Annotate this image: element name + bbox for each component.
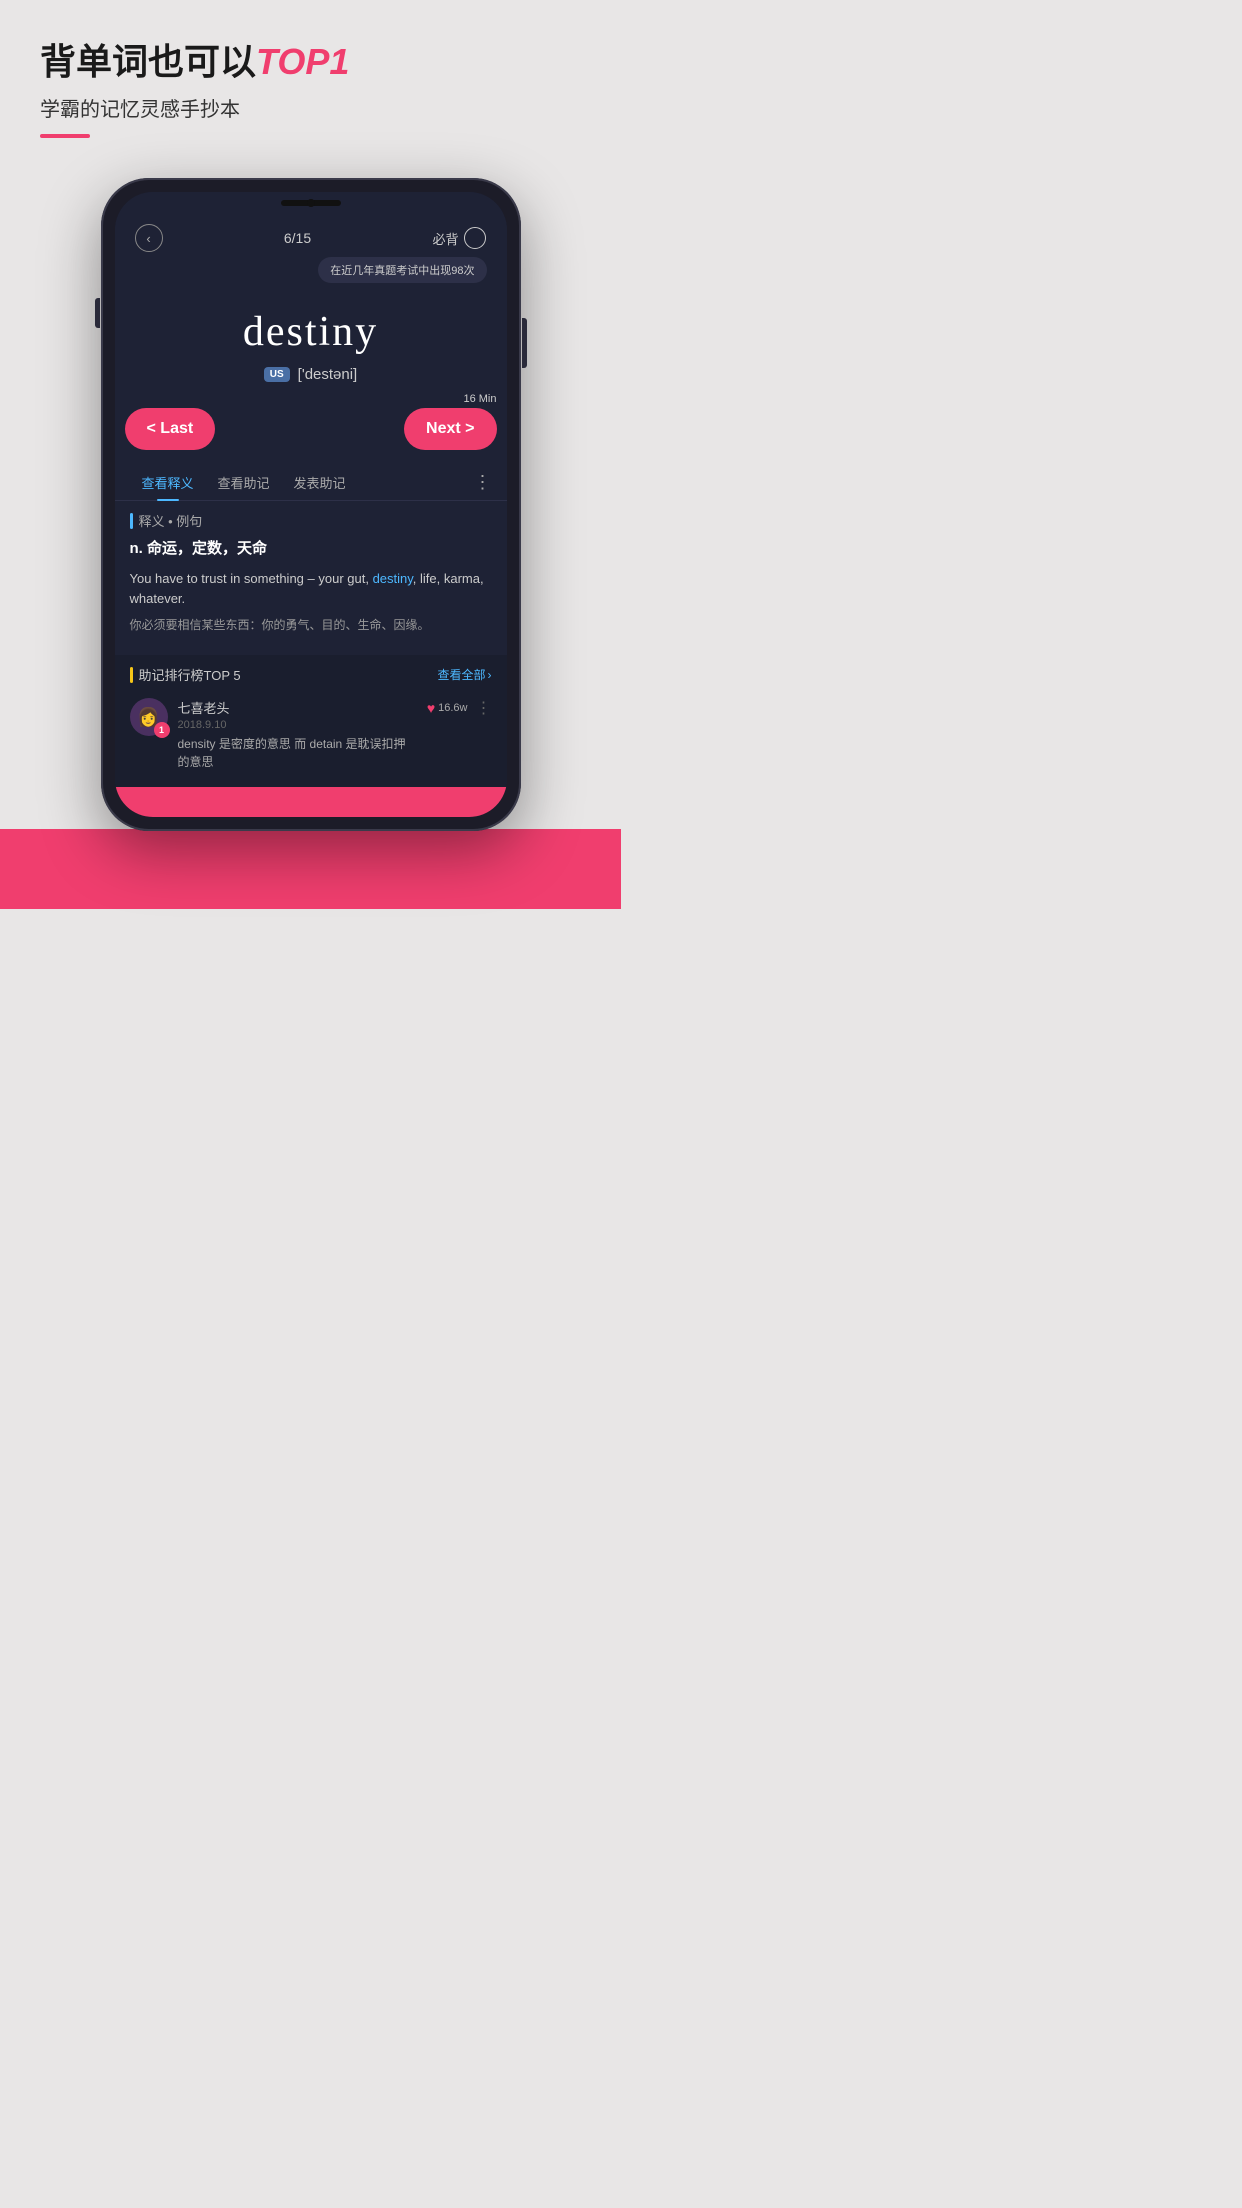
top-section: 背单词也可以TOP1 学霸的记忆灵感手抄本 bbox=[0, 0, 621, 178]
example-english: You have to trust in something – your gu… bbox=[130, 569, 492, 611]
headline-accent: TOP1 bbox=[256, 41, 349, 82]
bottom-pink-section bbox=[0, 829, 621, 909]
phone-outer: ‹ 6/15 必背 在近几年真题考试中出现98次 des bbox=[101, 178, 521, 831]
headline-text: 背单词也可以 bbox=[40, 41, 256, 82]
example-before: You have to trust in something – your gu… bbox=[130, 571, 373, 586]
last-button-label: < Last bbox=[147, 420, 194, 438]
bookmark-label: 必背 bbox=[432, 229, 458, 248]
user-info: 七喜老头 2018.9.10 density 是密度的意思 而 detain 是… bbox=[178, 698, 417, 771]
tab-mnemonic[interactable]: 查看助记 bbox=[206, 465, 282, 500]
user-content: density 是密度的意思 而 detain 是耽误扣押的意思 bbox=[178, 735, 417, 771]
heart-icon: ♥ bbox=[427, 700, 435, 716]
tab-more-button[interactable]: ⋮ bbox=[474, 472, 492, 493]
section-bar-blue bbox=[130, 513, 133, 529]
tab-bar: 查看释义 查看助记 发表助记 ⋮ bbox=[115, 465, 507, 501]
view-all-label: 查看全部 bbox=[437, 666, 485, 683]
phonetic-text: ['destəni] bbox=[298, 366, 358, 383]
more-options-button[interactable]: ⋮ bbox=[476, 698, 492, 718]
ranking-title-row: 助记排行榜TOP 5 bbox=[130, 665, 241, 684]
definition-text: n. 命运，定数，天命 bbox=[130, 538, 492, 561]
definition-section: 释义 • 例句 n. 命运，定数，天命 You have to trust in… bbox=[115, 501, 507, 655]
view-all-chevron: › bbox=[488, 668, 492, 682]
tab-definition[interactable]: 查看释义 bbox=[130, 465, 206, 500]
pos: n. bbox=[130, 540, 148, 557]
time-label: 16 Min bbox=[463, 393, 496, 405]
user-name: 七喜老头 bbox=[178, 698, 417, 717]
phone-inner: ‹ 6/15 必背 在近几年真题考试中出现98次 des bbox=[115, 192, 507, 817]
user-date: 2018.9.10 bbox=[178, 719, 417, 731]
view-all-button[interactable]: 查看全部 › bbox=[437, 666, 491, 683]
ranking-title: 助记排行榜TOP 5 bbox=[139, 665, 241, 684]
last-button[interactable]: < Last bbox=[125, 408, 216, 450]
section-label: 释义 • 例句 bbox=[130, 511, 492, 530]
rank-badge: 1 bbox=[154, 722, 170, 738]
tooltip-box: 在近几年真题考试中出现98次 bbox=[318, 257, 486, 283]
like-count: 16.6w bbox=[438, 702, 467, 714]
tab-definition-label: 查看释义 bbox=[142, 476, 194, 491]
tab-post-mnemonic-label: 发表助记 bbox=[294, 476, 346, 491]
app-wrapper: 背单词也可以TOP1 学霸的记忆灵感手抄本 ‹ bbox=[0, 0, 621, 1104]
main-word: destiny bbox=[135, 308, 487, 356]
phonetic-row: US ['destəni] bbox=[135, 366, 487, 383]
accent-line bbox=[40, 134, 90, 138]
ranking-section: 助记排行榜TOP 5 查看全部 › 👩 bbox=[115, 655, 507, 787]
next-button[interactable]: Next > bbox=[404, 408, 496, 450]
user-actions: ♥ 16.6w ⋮ bbox=[427, 698, 492, 718]
nav-bar: ‹ 6/15 必背 bbox=[115, 214, 507, 257]
user-card: 👩 1 七喜老头 2018.9.10 density 是密度的意思 而 deta… bbox=[130, 692, 492, 777]
like-button[interactable]: ♥ 16.6w bbox=[427, 700, 468, 716]
word-nav: 16 Min < Last Next > bbox=[115, 393, 507, 460]
next-button-label: Next > bbox=[426, 420, 474, 438]
example-chinese: 你必须要相信某些东西：你的勇气、目的、生命、因缘。 bbox=[130, 616, 492, 635]
subtitle: 学霸的记忆灵感手抄本 bbox=[40, 93, 581, 122]
tab-mnemonic-label: 查看助记 bbox=[218, 476, 270, 491]
phone-camera bbox=[307, 199, 315, 207]
avatar-container: 👩 1 bbox=[130, 698, 168, 736]
nav-progress: 6/15 bbox=[284, 230, 311, 246]
pink-bottom-band bbox=[115, 787, 507, 817]
nav-bookmark[interactable]: 必背 bbox=[432, 227, 486, 249]
nav-back-button[interactable]: ‹ bbox=[135, 224, 163, 252]
phone-screen: ‹ 6/15 必背 在近几年真题考试中出现98次 des bbox=[115, 214, 507, 817]
meaning: 命运，定数，天命 bbox=[147, 540, 267, 557]
ranking-header: 助记排行榜TOP 5 查看全部 › bbox=[130, 665, 492, 684]
bookmark-circle bbox=[464, 227, 486, 249]
section-title: 释义 • 例句 bbox=[139, 511, 203, 530]
tooltip-area: 在近几年真题考试中出现98次 bbox=[115, 257, 507, 288]
example-word-highlight: destiny bbox=[373, 571, 413, 586]
tab-post-mnemonic[interactable]: 发表助记 bbox=[282, 465, 358, 500]
yellow-bar bbox=[130, 667, 133, 683]
phone-mockup: ‹ 6/15 必背 在近几年真题考试中出现98次 des bbox=[0, 178, 621, 831]
back-icon: ‹ bbox=[146, 231, 150, 246]
phone-top-bar bbox=[115, 192, 507, 214]
headline: 背单词也可以TOP1 bbox=[40, 40, 581, 83]
word-section: destiny US ['destəni] bbox=[115, 288, 507, 393]
us-badge: US bbox=[264, 367, 290, 382]
